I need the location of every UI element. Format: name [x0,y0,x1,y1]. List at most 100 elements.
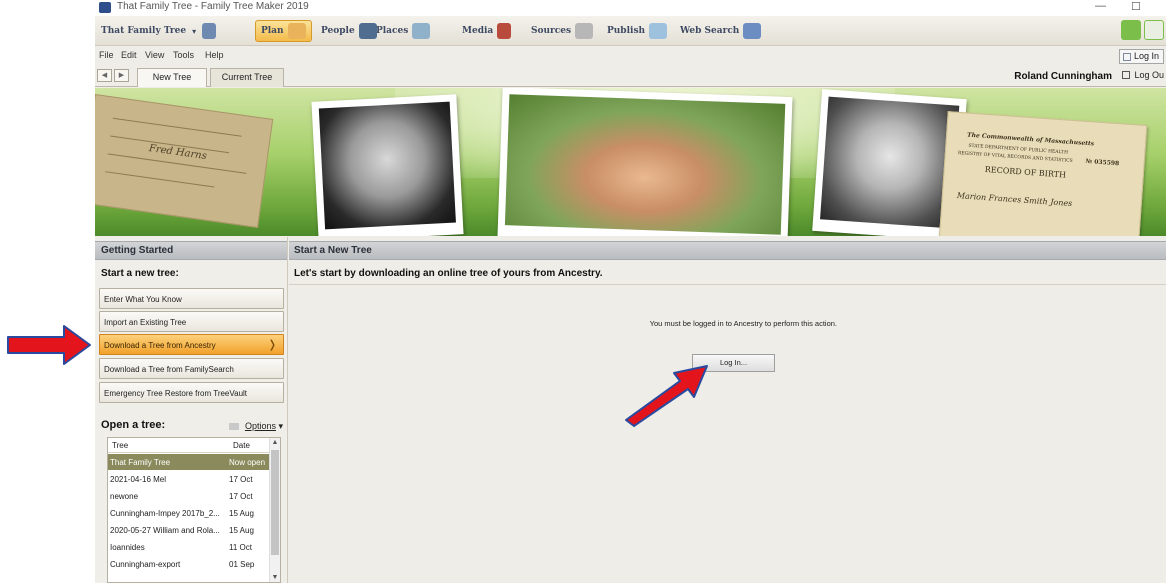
divider [289,284,1166,285]
toolbar-login-button[interactable]: Log In [1118,49,1164,64]
places-icon [412,23,431,39]
forward-icon[interactable]: ▶ [114,69,129,82]
web-search-icon [743,23,762,39]
list-item[interactable]: Cunningham-export 01 Sep [108,556,270,572]
sources-icon [575,23,594,39]
tree-list-scrollbar[interactable]: ▲ ▼ [269,438,280,582]
logout-icon [1122,71,1131,79]
cert-title: RECORD OF BIRTH [984,164,1067,180]
tab-current-tree[interactable]: Current Tree [210,68,284,87]
tree-name: 2021-04-16 Mel [110,475,167,484]
login-icon [1122,53,1131,61]
chevron-down-icon: ▾ [192,26,197,36]
user-name: Roland Cunningham [1014,71,1112,82]
tree-list[interactable]: Tree Date That Family Tree Now open 2021… [107,437,281,583]
scroll-down-icon[interactable]: ▼ [270,574,280,581]
treevault-restore-button[interactable]: Emergency Tree Restore from TreeVault [99,382,284,403]
window-title: That Family Tree - Family Tree Maker 201… [117,1,309,12]
tree-name-label: That Family Tree [101,26,187,36]
birth-certificate-image: The Commonwealth of Massachusetts STATE … [938,111,1148,236]
list-item[interactable]: Ioannides 11 Oct [108,539,270,555]
getting-started-header: Getting Started [95,241,287,260]
chevron-right-icon: ❭ [267,339,277,351]
sources-label: Sources [531,26,572,36]
tree-date: 17 Oct [229,475,253,484]
leaf-hint-icon[interactable] [1121,20,1141,40]
people-icon [358,23,377,39]
minimize-icon[interactable]: — [1095,0,1106,12]
web-search-label: Web Search [680,26,740,36]
menu-view[interactable]: View [145,50,164,60]
tree-selector[interactable]: That Family Tree ▾ [101,20,217,42]
media-label: Media [462,26,494,36]
tree-name: Cunningham-Impey 2017b_2... [110,509,220,518]
tree-icon [202,23,217,39]
workspace-web-search-button[interactable]: Web Search [680,20,762,42]
back-icon[interactable]: ◀ [97,69,112,82]
list-item[interactable]: 2020-05-27 William and Rola... 15 Aug [108,522,270,538]
header-banner: Fred Harns The Commonwealth of Massachus… [95,88,1166,236]
list-item[interactable]: 2021-04-16 Mel 17 Oct [108,471,270,487]
main-toolbar: That Family Tree ▾ Plan People Places Me… [95,16,1166,46]
cert-name: Marion Frances Smith Jones [956,191,1073,209]
left-pointer-arrow [7,325,91,365]
workspace-plan-button[interactable]: Plan [255,20,312,42]
tree-name: Cunningham-export [110,560,181,569]
tree-column-header[interactable]: Tree [112,441,128,450]
login-pointer-arrow [625,365,708,427]
plan-icon [287,23,306,39]
doc-line [112,117,242,137]
family-photo-image [504,94,786,235]
menu-tools[interactable]: Tools [173,50,194,60]
maximize-icon[interactable]: ☐ [1131,0,1141,13]
date-column-header[interactable]: Date [233,441,250,450]
sailor-photo-image [318,101,456,230]
plan-label: Plan [261,26,284,36]
app-icon [99,2,111,13]
workspace-media-button[interactable]: Media [462,20,512,42]
workspace-publish-button[interactable]: Publish [607,20,668,42]
menu-file[interactable]: File [99,50,114,60]
tree-date: 15 Aug [229,509,254,518]
folder-icon [228,423,239,431]
enter-what-you-know-button[interactable]: Enter What You Know [99,288,284,309]
start-new-tree-title: Start a new tree: [101,268,179,279]
toolbar-login-label: Log In [1133,51,1159,61]
list-item[interactable]: Cunningham-Impey 2017b_2... 15 Aug [108,505,270,521]
woman-photo-image [820,96,960,229]
list-item[interactable]: newone 17 Oct [108,488,270,504]
logout-button[interactable]: Log Ou [1122,70,1164,80]
start-new-tree-pane: Start a New Tree Let's start by download… [289,237,1166,583]
scroll-up-icon[interactable]: ▲ [270,439,280,446]
workspace-people-button[interactable]: People [321,20,377,42]
options-link[interactable]: Options ▾ [228,421,283,432]
workspace-sources-button[interactable]: Sources [531,20,594,42]
options-label: Options [244,421,276,431]
people-label: People [321,26,355,36]
tab-new-tree[interactable]: New Tree [137,68,207,87]
scrollbar-thumb[interactable] [271,450,279,555]
import-existing-tree-button[interactable]: Import an Existing Tree [99,311,284,332]
list-item[interactable]: That Family Tree Now open [108,454,270,470]
publish-icon [649,23,668,39]
app-window: That Family Tree - Family Tree Maker 201… [95,0,1166,583]
sync-icon[interactable] [1144,20,1164,40]
tree-name: newone [110,492,139,501]
tree-date: 17 Oct [229,492,253,501]
menu-help[interactable]: Help [205,50,224,60]
tree-date: Now open [229,458,266,467]
download-from-ancestry-button[interactable]: Download a Tree from Ancestry ❭ [99,334,284,355]
tree-name: 2020-05-27 William and Rola... [110,526,220,535]
tree-list-header: Tree Date [108,438,280,453]
start-new-tree-header: Start a New Tree [289,241,1166,260]
old-document-image: Fred Harns [95,94,274,228]
start-new-tree-subtitle: Let's start by downloading an online tre… [294,268,603,279]
cert-number: № 035598 [1085,157,1120,168]
download-from-familysearch-button[interactable]: Download a Tree from FamilySearch [99,358,284,379]
tree-date: 11 Oct [229,543,252,552]
menu-edit[interactable]: Edit [121,50,137,60]
tab-bar: ◀ ▶ New Tree Current Tree Roland Cunning… [95,66,1166,87]
family-photo [497,88,793,236]
sailor-photo [311,94,464,236]
workspace-places-button[interactable]: Places [376,20,431,42]
